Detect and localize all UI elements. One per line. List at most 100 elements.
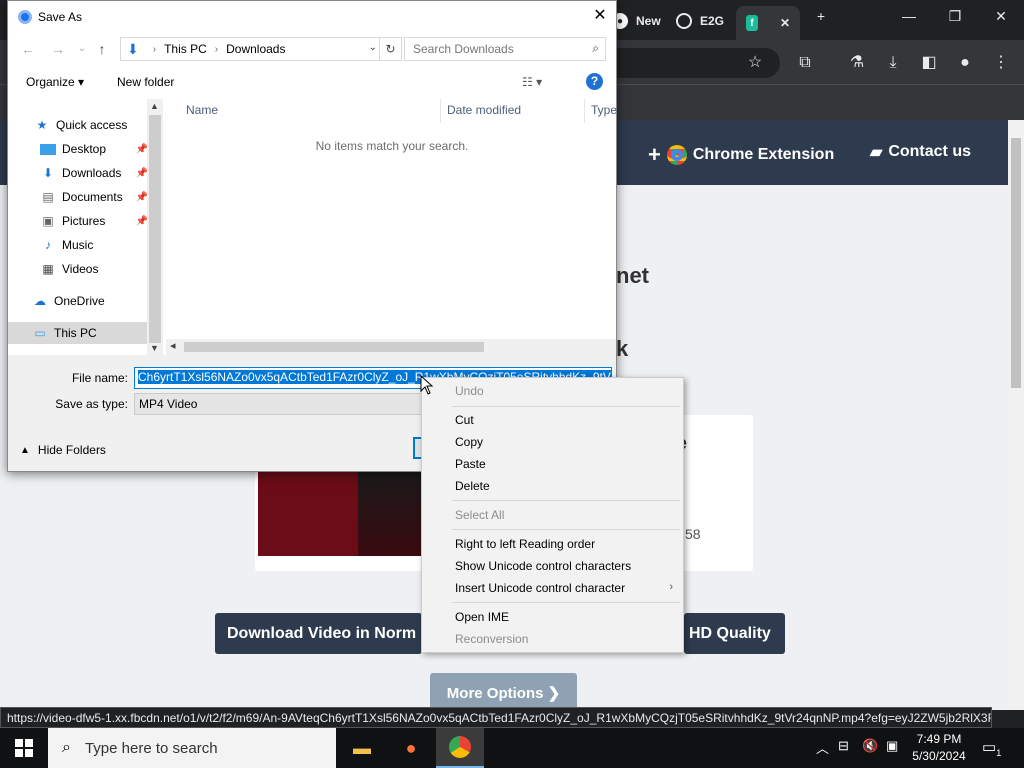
help-icon[interactable]: ? xyxy=(586,73,603,90)
nav-item-label: OneDrive xyxy=(54,294,105,308)
menu-item-show-unicode-chars[interactable]: Show Unicode control characters xyxy=(455,559,631,573)
menu-item-undo[interactable]: Undo xyxy=(455,384,484,398)
download-normal-label: Download Video in Norm xyxy=(227,624,417,642)
nav-item-label: Quick access xyxy=(56,118,128,132)
extensions-icon[interactable]: ⧉ xyxy=(794,52,816,74)
file-name-label: File name: xyxy=(71,371,128,385)
menu-item-reconversion[interactable]: Reconversion xyxy=(455,632,528,646)
forward-arrow-icon[interactable]: → xyxy=(50,41,66,57)
restore-icon[interactable]: ❐ xyxy=(940,8,970,25)
chrome-extension-link[interactable]: + Chrome Extension xyxy=(648,142,834,168)
nav-item-music[interactable]: ♪ Music xyxy=(8,234,148,256)
dialog-title-bar[interactable]: Save As xyxy=(8,1,616,32)
menu-separator xyxy=(452,406,680,407)
thumbnail-cityscape xyxy=(358,470,428,556)
start-button[interactable] xyxy=(0,728,48,768)
tab-new[interactable]: ● New xyxy=(612,8,661,34)
tab-close-icon[interactable]: ✕ xyxy=(780,16,790,30)
scroll-down-icon[interactable]: ▼ xyxy=(150,343,159,353)
minimize-icon[interactable]: — xyxy=(894,8,924,24)
nav-item-onedrive[interactable]: ☁ OneDrive xyxy=(8,290,148,312)
dialog-command-bar: Organize ▾ New folder ☷ ▾ ? xyxy=(8,67,616,97)
notification-tray-icon[interactable]: ▣ xyxy=(886,738,898,754)
menu-item-select-all[interactable]: Select All xyxy=(455,508,504,522)
organize-button[interactable]: Organize ▾ xyxy=(26,75,84,89)
page-scrollbar[interactable] xyxy=(1008,120,1024,710)
nav-item-quick-access[interactable]: ★ Quick access xyxy=(8,114,148,136)
page-scrollbar-thumb[interactable] xyxy=(1011,138,1021,388)
fdown-favicon-icon: f xyxy=(746,15,758,31)
chrome-taskbar-icon[interactable] xyxy=(436,728,484,768)
action-center-icon[interactable]: ▭1 xyxy=(982,738,1001,758)
address-breadcrumb[interactable]: ⬇ › This PC › Downloads ⌄ ↻ xyxy=(120,37,402,61)
downloads-folder-icon: ⬇ xyxy=(127,40,139,57)
recent-locations-icon[interactable]: ⌄ xyxy=(74,43,90,54)
windows-taskbar: ⌕ Type here to search ▬ ● ︿ ⊟ 🔇 ▣ 7:49 P… xyxy=(0,728,1024,768)
contact-us-link[interactable]: ▰ Contact us xyxy=(870,142,971,162)
nav-item-pictures[interactable]: ▣ Pictures 📌 xyxy=(8,210,148,232)
side-panel-icon[interactable]: ◧ xyxy=(918,52,940,74)
nav-item-this-pc[interactable]: ▭ This PC xyxy=(8,322,148,344)
nav-item-desktop[interactable]: Desktop 📌 xyxy=(8,138,148,160)
menu-separator xyxy=(452,500,680,501)
tab-active-fdown[interactable]: f ✕ xyxy=(736,6,800,40)
view-options-icon[interactable]: ☷ ▾ xyxy=(522,75,542,89)
menu-item-open-ime[interactable]: Open IME xyxy=(455,610,509,624)
refresh-icon[interactable]: ↻ xyxy=(379,38,401,60)
show-hidden-icons-icon[interactable]: ︿ xyxy=(816,738,829,757)
back-arrow-icon[interactable]: ← xyxy=(20,41,36,57)
new-folder-button[interactable]: New folder xyxy=(117,75,174,89)
download-normal-quality-button[interactable]: Download Video in Norm xyxy=(215,613,422,654)
profile-avatar-icon[interactable]: ● xyxy=(954,52,976,74)
search-icon: ⌕ xyxy=(592,41,599,55)
column-date-modified[interactable]: Date modified xyxy=(447,103,521,117)
menu-item-insert-unicode-char[interactable]: Insert Unicode control character xyxy=(455,581,625,595)
labs-flask-icon[interactable]: ⚗ xyxy=(846,52,868,74)
h-scrollbar-thumb[interactable] xyxy=(184,342,484,352)
file-list-h-scrollbar[interactable]: ◂ xyxy=(166,339,616,355)
download-hd-quality-button[interactable]: HD Quality xyxy=(684,613,785,654)
downloads-icon[interactable]: ⤓ xyxy=(882,52,904,74)
cloud-icon: ☁ xyxy=(34,294,46,308)
window-close-icon[interactable]: ✕ xyxy=(986,8,1016,25)
nav-item-documents[interactable]: ▤ Documents 📌 xyxy=(8,186,148,208)
bookmark-star-icon[interactable]: ☆ xyxy=(744,52,766,74)
taskbar-clock[interactable]: 7:49 PM 5/30/2024 xyxy=(905,731,973,765)
caret-up-icon: ▲ xyxy=(20,444,30,456)
column-divider[interactable] xyxy=(440,99,441,123)
breadcrumb-this-pc[interactable]: This PC xyxy=(164,42,207,56)
menu-separator xyxy=(452,602,680,603)
nav-item-downloads[interactable]: ⬇ Downloads 📌 xyxy=(8,162,148,184)
menu-item-delete[interactable]: Delete xyxy=(455,479,490,493)
tab-e2g[interactable]: E2G xyxy=(676,8,724,34)
nav-pane-scrollbar[interactable]: ▲ ▼ xyxy=(147,99,163,355)
menu-item-paste[interactable]: Paste xyxy=(455,457,486,471)
menu-item-cut[interactable]: Cut xyxy=(455,413,474,427)
search-icon: ⌕ xyxy=(62,739,71,756)
network-icon[interactable]: ⊟ xyxy=(838,738,849,754)
chrome-menu-icon[interactable]: ⋮ xyxy=(990,52,1012,74)
dialog-close-icon[interactable]: ✕ xyxy=(590,6,610,26)
nav-item-videos[interactable]: ▦ Videos xyxy=(8,258,148,280)
hide-folders-toggle[interactable]: ▲ Hide Folders xyxy=(20,443,106,457)
breadcrumb-downloads[interactable]: Downloads xyxy=(226,42,285,56)
column-type[interactable]: Type xyxy=(591,103,617,117)
nav-item-label: Downloads xyxy=(62,166,122,180)
menu-item-rtl-reading-order[interactable]: Right to left Reading order xyxy=(455,537,595,551)
chevron-down-icon[interactable]: ⌄ xyxy=(369,42,377,53)
new-tab-icon[interactable]: + xyxy=(806,8,836,24)
volume-muted-icon[interactable]: 🔇 xyxy=(862,738,878,754)
save-as-type-value: MP4 Video xyxy=(139,397,198,411)
taskbar-search-box[interactable]: ⌕ Type here to search xyxy=(48,728,336,768)
scroll-left-icon[interactable]: ◂ xyxy=(170,339,176,352)
up-arrow-icon[interactable]: ↑ xyxy=(94,41,110,57)
file-explorer-icon[interactable]: ▬ xyxy=(338,728,386,768)
column-divider[interactable] xyxy=(584,99,585,123)
video-duration-fragment: 58 xyxy=(685,526,701,542)
search-downloads-input[interactable]: Search Downloads ⌕ xyxy=(404,37,606,61)
menu-item-copy[interactable]: Copy xyxy=(455,435,483,449)
nav-pane-scrollbar-thumb[interactable] xyxy=(149,115,161,343)
scroll-up-icon[interactable]: ▲ xyxy=(150,101,159,111)
column-name[interactable]: Name xyxy=(186,103,218,117)
firefox-icon[interactable]: ● xyxy=(387,728,435,768)
